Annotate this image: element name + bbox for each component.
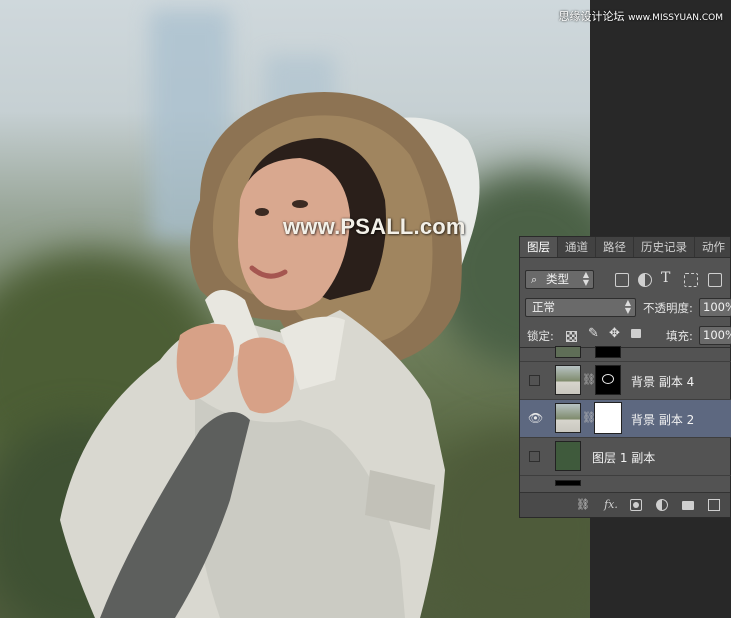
- chevron-updown-icon: ▲ ▼: [624, 298, 631, 315]
- mask-icon-dot: [633, 502, 639, 508]
- image-filter-icon[interactable]: [615, 273, 629, 287]
- lock-image-brush-icon[interactable]: ✎: [588, 326, 599, 341]
- fill-input[interactable]: 100%: [699, 326, 731, 345]
- layer-name: 背景 副本 4: [631, 375, 695, 389]
- layers-panel: 图层 通道 路径 历史记录 动作 ⌕ 类型 ▲ ▼ T 正常 ▲ ▼ 不透明度: 1…: [519, 236, 731, 518]
- filter-kind-label: 类型: [546, 272, 569, 286]
- opacity-input[interactable]: 100%: [699, 298, 731, 317]
- smart-object-filter-icon[interactable]: [708, 273, 722, 287]
- mask-link-icon[interactable]: ⛓: [582, 411, 596, 424]
- shape-filter-icon[interactable]: [684, 273, 698, 287]
- adjustment-icon[interactable]: [656, 499, 668, 511]
- tab-channels[interactable]: 通道: [558, 237, 596, 257]
- layer-thumbnail: [555, 480, 581, 486]
- folder-icon[interactable]: [682, 501, 694, 510]
- fill-label: 填充:: [666, 329, 693, 343]
- layer-mask-thumbnail: [595, 346, 621, 358]
- layer-row-partial[interactable]: [520, 475, 731, 486]
- layers-panel-toolbar: ⛓ fx.: [520, 492, 730, 517]
- blend-mode-select[interactable]: 正常 ▲ ▼: [525, 298, 636, 317]
- link-icon[interactable]: ⛓: [576, 499, 590, 511]
- search-icon: ⌕: [531, 273, 538, 286]
- opacity-label: 不透明度:: [643, 301, 693, 315]
- layer-row[interactable]: ⛓ 背景 副本 4: [520, 361, 731, 399]
- corner-watermark-url: www.MISSYUAN.COM: [628, 13, 723, 23]
- mask-icon[interactable]: [630, 499, 642, 511]
- lock-position-move-icon[interactable]: ✥: [609, 326, 620, 341]
- layer-thumbnail: [555, 346, 581, 358]
- tab-actions[interactable]: 动作: [695, 237, 731, 257]
- tab-layers[interactable]: 图层: [520, 237, 558, 257]
- layer-mask-thumbnail: [595, 365, 621, 395]
- layer-row-selected[interactable]: 👁 ⛓ 背景 副本 2: [520, 399, 731, 437]
- layer-thumbnail: [555, 365, 581, 395]
- new-layer-icon[interactable]: [708, 499, 720, 511]
- corner-watermark: 思缘设计论坛 www.MISSYUAN.COM: [559, 8, 723, 24]
- woman-in-white-jacket: [60, 92, 480, 618]
- site-watermark: www.PSALL.com: [283, 214, 466, 239]
- visibility-toggle[interactable]: [529, 375, 540, 386]
- layer-thumbnail: [555, 403, 581, 433]
- corner-watermark-cn: 思缘设计论坛: [558, 10, 625, 23]
- layer-filter-select[interactable]: ⌕ 类型 ▲ ▼: [525, 270, 594, 289]
- mask-link-icon[interactable]: ⛓: [582, 373, 596, 386]
- tab-history[interactable]: 历史记录: [634, 237, 695, 257]
- eye-icon[interactable]: 👁: [528, 411, 543, 425]
- lock-label: 锁定:: [527, 329, 554, 343]
- lock-all-icon[interactable]: [631, 329, 641, 338]
- tab-paths[interactable]: 路径: [596, 237, 634, 257]
- panel-tabs: 图层 通道 路径 历史记录 动作: [520, 237, 730, 258]
- visibility-toggle[interactable]: [529, 451, 540, 462]
- fx-icon[interactable]: fx.: [601, 499, 621, 511]
- adjustment-filter-icon[interactable]: [638, 273, 652, 287]
- chevron-updown-icon: ▲ ▼: [582, 270, 589, 287]
- lock-transparent-icon[interactable]: [566, 331, 577, 342]
- layer-mask-thumbnail: [594, 402, 622, 434]
- layer-name: 图层 1 副本: [592, 451, 656, 465]
- layer-row-partial[interactable]: [520, 346, 731, 361]
- layer-name: 背景 副本 2: [631, 413, 695, 427]
- text-filter-icon[interactable]: T: [661, 270, 670, 286]
- mask-shape: [602, 374, 614, 384]
- document-canvas[interactable]: www.PSALL.com: [0, 0, 590, 618]
- layer-thumbnail: [555, 441, 581, 471]
- layer-row[interactable]: 图层 1 副本: [520, 437, 731, 475]
- blend-mode-value: 正常: [532, 300, 555, 314]
